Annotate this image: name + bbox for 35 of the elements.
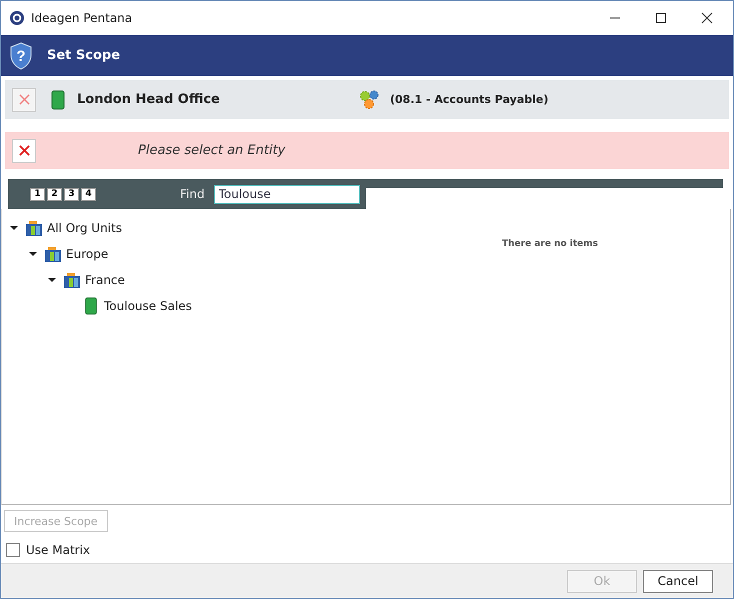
gears-icon bbox=[359, 88, 381, 110]
find-field[interactable]: Toulouse bbox=[214, 184, 360, 204]
close-icon bbox=[18, 94, 30, 105]
maximize-icon[interactable] bbox=[655, 12, 667, 24]
dismiss-button[interactable] bbox=[12, 138, 36, 162]
empty-message: There are no items bbox=[502, 239, 598, 249]
process-name: (08.1 - Accounts Payable) bbox=[390, 93, 548, 106]
expanded-arrow-icon[interactable] bbox=[48, 276, 56, 284]
app-logo-icon bbox=[9, 10, 25, 26]
level-button[interactable]: 3 bbox=[64, 188, 79, 200]
level-button[interactable]: 1 bbox=[30, 188, 45, 200]
shield-question-icon: ? bbox=[9, 42, 33, 70]
use-matrix-checkbox[interactable] bbox=[6, 543, 20, 557]
cancel-button[interactable]: Cancel bbox=[643, 570, 713, 592]
close-icon[interactable] bbox=[701, 12, 713, 24]
close-icon bbox=[18, 145, 30, 156]
tree-item[interactable]: Toulouse Sales bbox=[104, 299, 192, 313]
expanded-arrow-icon[interactable] bbox=[10, 224, 18, 232]
dialog-title: Set Scope bbox=[47, 48, 120, 63]
tree-item[interactable]: All Org Units bbox=[47, 221, 122, 235]
find-label: Find bbox=[180, 187, 205, 201]
window-title: Ideagen Pentana bbox=[31, 11, 132, 25]
org-chart-icon bbox=[25, 219, 43, 237]
entity-name: London Head Office bbox=[77, 92, 221, 107]
expanded-arrow-icon[interactable] bbox=[29, 250, 37, 258]
level-button[interactable]: 4 bbox=[81, 188, 96, 200]
entity-icon bbox=[82, 297, 100, 315]
org-chart-icon bbox=[63, 271, 81, 289]
level-button[interactable]: 2 bbox=[47, 188, 62, 200]
entity-icon bbox=[51, 90, 65, 110]
error-message: Please select an Entity bbox=[138, 143, 286, 158]
tree-item[interactable]: Europe bbox=[66, 247, 108, 261]
use-matrix-label: Use Matrix bbox=[26, 543, 90, 557]
tree-item[interactable]: France bbox=[85, 273, 125, 287]
org-chart-icon bbox=[44, 245, 62, 263]
